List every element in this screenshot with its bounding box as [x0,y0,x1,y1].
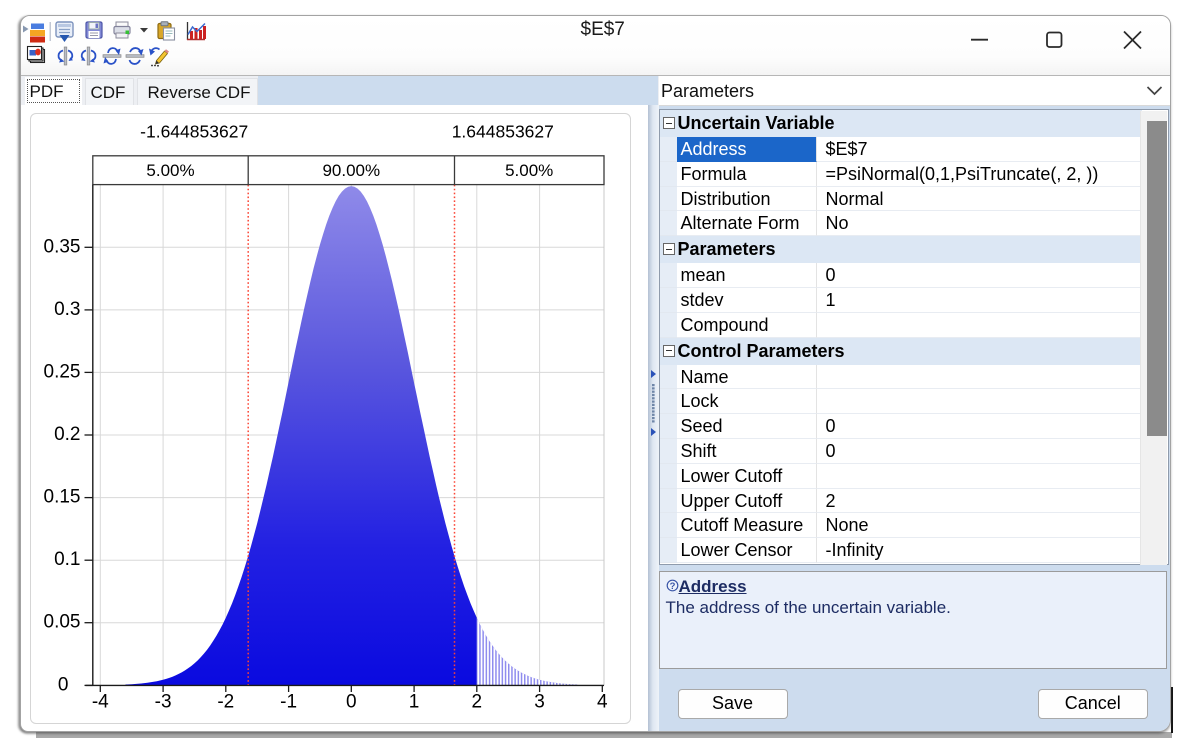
svg-text:0.2: 0.2 [54,424,80,445]
svg-text:2: 2 [471,692,482,713]
svg-text:5.00%: 5.00% [146,161,194,180]
svg-text:?: ? [669,580,675,591]
svg-text:0.3: 0.3 [54,299,80,320]
svg-text:0.35: 0.35 [43,236,80,257]
svg-text:0.25: 0.25 [43,361,80,382]
svg-text:1.644853627: 1.644853627 [451,122,553,142]
svg-text:3: 3 [534,692,545,713]
svg-text:-1.644853627: -1.644853627 [140,122,248,142]
svg-text:-4: -4 [91,692,108,713]
svg-text:5.00%: 5.00% [505,161,553,180]
svg-text:4: 4 [597,692,608,713]
svg-text:0.05: 0.05 [43,612,80,633]
svg-text:1: 1 [408,692,419,713]
svg-text:90.00%: 90.00% [322,161,380,180]
svg-text:0.1: 0.1 [54,549,80,570]
svg-text:-3: -3 [154,692,171,713]
svg-text:0: 0 [57,674,68,695]
svg-text:0.15: 0.15 [43,487,80,508]
svg-text:-1: -1 [280,692,297,713]
svg-text:-2: -2 [217,692,234,713]
svg-text:0: 0 [346,692,357,713]
